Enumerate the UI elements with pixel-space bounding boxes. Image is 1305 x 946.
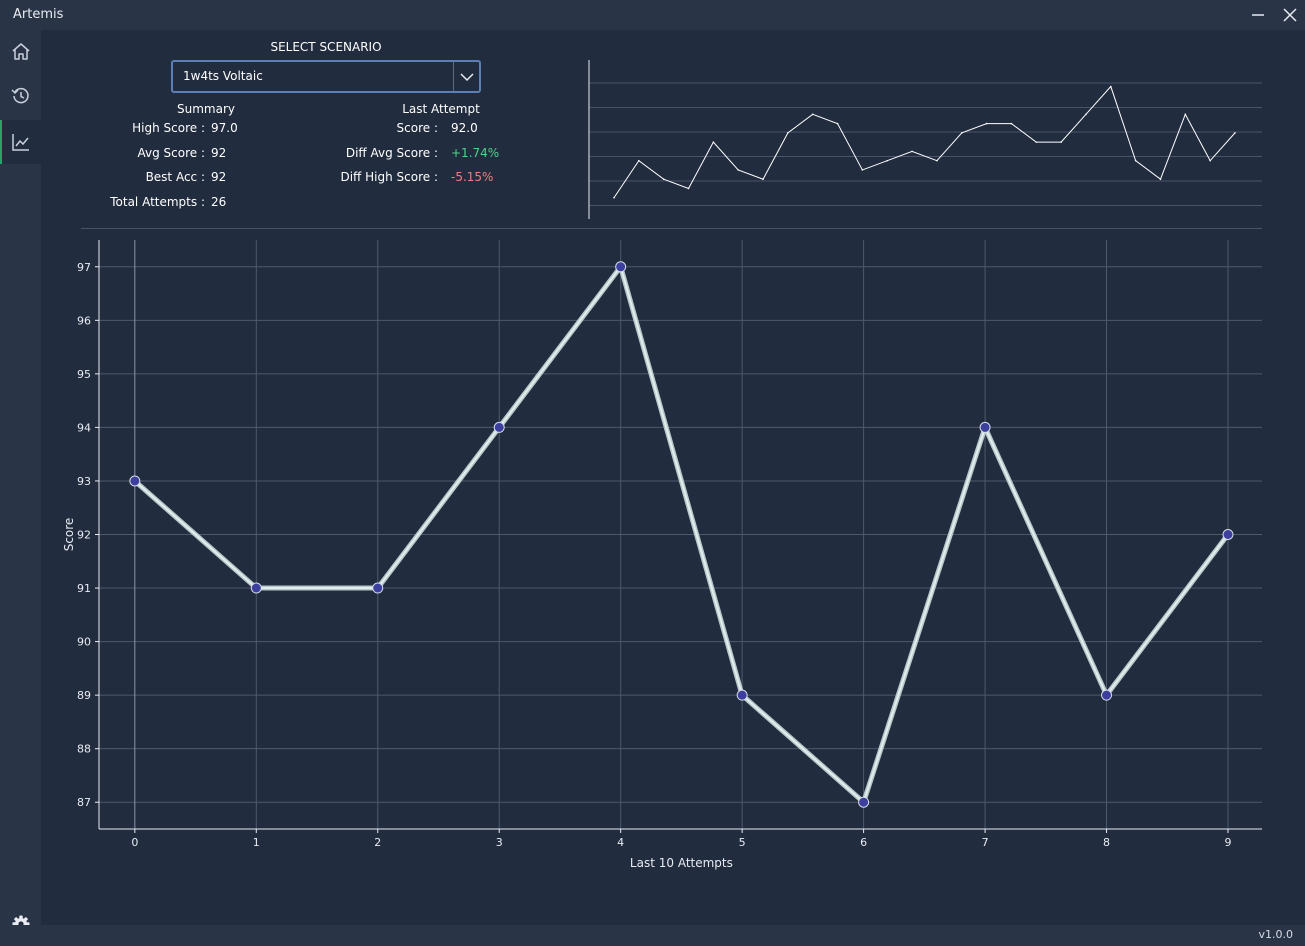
history-point	[936, 159, 938, 162]
y-tick-label: 87	[77, 796, 91, 809]
history-point	[1209, 159, 1211, 162]
x-tick-label: 0	[131, 836, 138, 849]
x-tick-label: 8	[1103, 836, 1110, 849]
history-point	[1234, 132, 1236, 134]
close-button[interactable]	[1278, 4, 1302, 26]
last-score-label: Score :	[396, 121, 438, 135]
score-point	[979, 421, 991, 433]
nav-history[interactable]	[0, 74, 41, 118]
avg-score-value: 92	[211, 146, 227, 160]
score-point	[1101, 689, 1113, 701]
y-tick-label: 88	[77, 743, 91, 756]
section-divider	[81, 228, 1262, 229]
x-tick-label: 3	[496, 836, 503, 849]
x-tick-label: 2	[374, 836, 381, 849]
high-score-value: 97.0	[211, 121, 238, 135]
x-tick-label: 4	[617, 836, 624, 849]
best-acc-label: Best Acc :	[145, 170, 205, 184]
diff-high-score-label: Diff High Score :	[340, 170, 438, 184]
history-point	[1060, 141, 1062, 143]
select-scenario-label: SELECT SCENARIO	[270, 40, 382, 54]
y-tick-label: 90	[77, 636, 91, 649]
history-icon	[11, 87, 29, 104]
x-tick-label: 7	[982, 836, 989, 849]
y-axis-label: Score	[62, 518, 76, 552]
history-sparkline-chart	[588, 60, 1262, 219]
avg-score-label: Avg Score :	[137, 146, 205, 160]
history-point	[811, 113, 814, 116]
app-title: Artemis	[13, 7, 64, 22]
x-tick-label: 5	[739, 836, 746, 849]
y-tick-label: 91	[77, 582, 91, 595]
history-point	[613, 196, 615, 199]
history-point	[1085, 113, 1087, 116]
y-tick-label: 97	[77, 261, 91, 274]
history-point	[1110, 85, 1112, 88]
score-point	[129, 475, 141, 487]
score-point	[1222, 529, 1234, 540]
x-tick-label: 1	[253, 836, 260, 849]
history-point	[911, 150, 913, 153]
chevron-down-icon	[460, 73, 474, 82]
sidebar	[0, 30, 43, 925]
nav-charts[interactable]	[0, 120, 43, 164]
total-attempts-label: Total Attempts :	[110, 195, 205, 209]
summary-header: Summary	[177, 102, 235, 116]
status-bar: v1.0.0	[0, 925, 1305, 946]
scenario-dropdown[interactable]: 1w4ts Voltaic	[171, 60, 481, 93]
history-point	[662, 178, 665, 180]
dropdown-separator	[453, 62, 454, 91]
x-tick-label: 9	[1224, 836, 1231, 849]
history-point	[886, 159, 889, 162]
history-point	[712, 141, 715, 143]
diff-avg-score-label: Diff Avg Score :	[345, 146, 438, 160]
high-score-label: High Score :	[132, 121, 205, 135]
version-label: v1.0.0	[1258, 928, 1294, 941]
total-attempts-value: 26	[211, 195, 227, 209]
y-tick-label: 93	[77, 475, 91, 488]
x-axis-label: Last 10 Attempts	[630, 856, 733, 870]
score-point	[858, 796, 870, 808]
y-tick-label: 95	[77, 368, 91, 381]
score-point	[250, 582, 262, 594]
history-point	[1035, 141, 1038, 143]
y-tick-label: 96	[77, 314, 91, 327]
history-point	[1159, 178, 1162, 180]
title-bar: Artemis	[0, 0, 1305, 30]
history-point	[985, 122, 988, 125]
history-point	[638, 159, 640, 162]
history-point	[960, 132, 963, 134]
history-point	[836, 122, 839, 125]
last-score-value: 92.0	[451, 121, 478, 135]
history-point	[762, 178, 764, 180]
diff-avg-score-value: +1.74%	[451, 146, 500, 160]
diff-high-score-value: -5.15%	[451, 170, 494, 184]
score-point	[736, 689, 748, 701]
history-point	[737, 169, 739, 171]
x-tick-label: 6	[860, 836, 867, 849]
history-point	[687, 187, 690, 190]
chart-icon	[12, 134, 29, 151]
last-attempt-header: Last Attempt	[402, 102, 480, 116]
scenario-dropdown-value: 1w4ts Voltaic	[183, 69, 263, 83]
minimize-button[interactable]	[1246, 4, 1270, 26]
home-icon	[12, 43, 30, 60]
score-point	[372, 582, 384, 594]
score-point	[615, 261, 627, 273]
history-point	[1134, 159, 1137, 162]
best-acc-value: 92	[211, 170, 227, 184]
history-point	[787, 132, 789, 134]
history-point	[1010, 122, 1013, 125]
history-point	[1184, 113, 1187, 116]
y-tick-label: 89	[77, 689, 91, 702]
history-point	[861, 169, 864, 171]
nav-home[interactable]	[0, 30, 41, 74]
y-tick-label: 92	[77, 529, 91, 542]
y-tick-label: 94	[77, 421, 91, 434]
last-attempts-chart: 87888990919293949596970 1 2 3 4 5 6 7 8 9Last 10 …	[62, 240, 1262, 870]
score-point	[493, 421, 505, 433]
